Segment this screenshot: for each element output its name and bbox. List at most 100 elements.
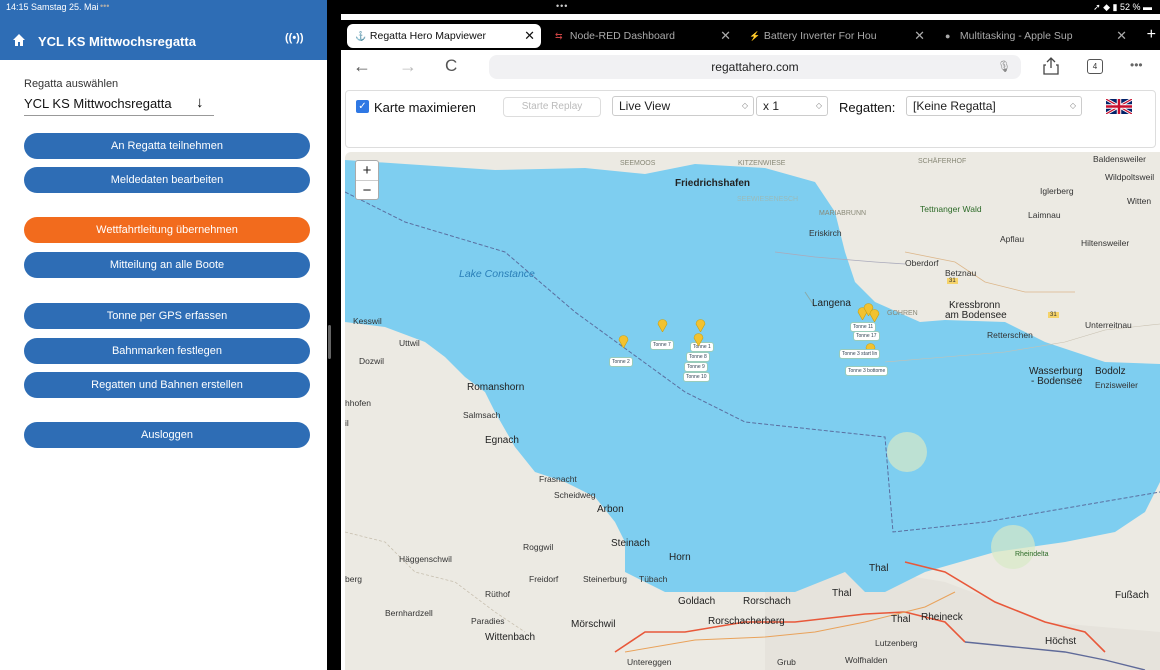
map-label: Grub [777,657,796,667]
close-tab-icon[interactable]: ✕ [1116,24,1127,48]
map-label: Kesswil [353,316,382,326]
map-label: Bernhardzell [385,608,433,618]
map-label: KITZENWIESE [738,160,786,167]
edit-entry-button[interactable]: Meldedaten bearbeiten [24,167,310,193]
forward-icon[interactable]: → [399,56,417,77]
map-label: hhofen [345,398,371,408]
green-area [991,525,1035,569]
map-label: Roggwil [523,542,554,552]
select-arrows-icon: ◇ [1069,101,1076,110]
logout-button[interactable]: Ausloggen [24,422,310,448]
map-label: Apflau [1000,234,1025,244]
map-label: Fußach [1115,590,1149,601]
buoy-marker-icon[interactable] [693,332,704,346]
map-label: Thal [891,614,911,625]
tab-label: Regatta Hero Mapviewer [369,30,487,42]
buoy-label: Tonne 3 bottome [845,366,889,376]
dropdown-arrow-icon[interactable]: ↓ [196,94,204,111]
status-bar: 14:15 Samstag 25. Mai ••• ••• ➚ ◆ ▮ 52 %… [0,0,1160,14]
speed-select[interactable]: x 1 ◇ [756,96,828,116]
tab-regatta-hero[interactable]: ⚓ Regatta Hero Mapviewer ✕ [347,24,541,48]
buoy-marker-icon[interactable] [657,318,668,332]
uk-flag-icon[interactable] [1106,99,1132,114]
buoy-marker-icon[interactable] [618,334,629,348]
gps-buoy-button[interactable]: Tonne per GPS erfassen [24,303,310,329]
share-icon[interactable] [1043,57,1059,75]
map-label: Hiltensweiler [1081,238,1130,248]
map-label: berg [345,574,363,584]
buoy-label: Tonne 8 [686,352,710,362]
microphone-icon[interactable]: 🎙 [997,60,1011,73]
buoy-label: Tonne 9 [684,362,708,372]
buoy-marker-icon[interactable] [695,318,706,332]
map-label: Horn [669,552,691,563]
map-label: Lutzenberg [875,638,918,648]
map-label: Rüthof [485,589,511,599]
live-signal-icon[interactable]: ((•)) [285,32,304,44]
map-toolbar: ✓ Karte maximieren Starte Replay Live Vi… [345,90,1156,148]
course-marks-button[interactable]: Bahnmarken festlegen [24,338,310,364]
regatta-select-dropdown[interactable]: [Keine Regatta] ◇ [906,96,1082,116]
speed-select-value: x 1 [763,99,780,113]
node-red-icon: ⇆ [555,31,563,41]
close-tab-icon[interactable]: ✕ [914,24,925,48]
buoy-label: Tonne 17 [853,331,880,341]
home-icon[interactable] [12,33,26,47]
buoy-label: Tonne 3 start lin [839,349,881,359]
buoy-marker-icon[interactable] [869,308,880,322]
map-label: Rorschacherberg [708,616,785,627]
tab-multitasking[interactable]: ● Multitasking - Apple Sup ✕ [937,24,1133,48]
map-label: Rheindelta [1015,551,1049,558]
split-drag-handle[interactable] [328,325,331,359]
message-all-boats-button[interactable]: Mitteilung an alle Boote [24,252,310,278]
tab-node-red[interactable]: ⇆ Node-RED Dashboard ✕ [547,24,737,48]
maximize-checkbox[interactable]: ✓ [356,100,369,113]
zoom-in-button[interactable]: + [356,161,378,181]
start-replay-button[interactable]: Starte Replay [503,97,601,117]
status-dots: ••• [100,1,110,11]
map-label: Wildpoltsweil [1105,172,1155,182]
map-label: Arbon [597,504,624,515]
tab-battery-inverter[interactable]: ⚡ Battery Inverter For Hou ✕ [741,24,931,48]
view-select[interactable]: Live View ◇ [612,96,754,116]
close-tab-icon[interactable]: ✕ [524,24,535,48]
regatta-select-label: Regatta auswählen [24,78,119,90]
map-label: Betznau [945,268,977,278]
join-regatta-button[interactable]: An Regatta teilnehmen [24,133,310,159]
create-regattas-button[interactable]: Regatten und Bahnen erstellen [24,372,310,398]
zoom-out-button[interactable]: − [356,181,378,201]
tab-label: Battery Inverter For Hou [763,30,877,42]
more-icon[interactable]: ••• [1130,58,1143,72]
buoy-label: Tonne 7 [650,340,674,350]
map-label: Retterschen [987,330,1033,340]
maximize-label: Karte maximieren [374,100,476,115]
new-tab-icon[interactable]: + [1147,26,1156,44]
map-label: Häggenschwil [399,554,452,564]
map-label: - Bodensee [1031,376,1083,387]
zoom-control: + − [355,160,379,200]
map-label: Wittenbach [485,632,536,643]
multitask-dots[interactable]: ••• [556,1,568,11]
select-arrows-icon: ◇ [815,101,822,110]
tab-count-icon[interactable]: 4 [1087,59,1103,74]
buoy-label: Tonne 10 [683,372,710,382]
regatta-select[interactable]: YCL KS Mittwochsregatta [24,96,214,116]
status-right: ➚ ◆ ▮ 52 % ▬ [1093,2,1152,12]
map-label: Scheidweg [554,490,596,500]
green-area [887,432,927,472]
close-tab-icon[interactable]: ✕ [720,24,731,48]
tab-bar: ⚓ Regatta Hero Mapviewer ✕ ⇆ Node-RED Da… [341,20,1160,50]
back-icon[interactable]: ← [353,56,371,77]
map[interactable]: + − Lake Constance Friedrichshafen SEEMO… [345,152,1160,670]
race-office-button[interactable]: Wettfahrtleitung übernehmen [24,217,310,243]
map-label: Eriskirch [809,228,842,238]
map-label: Witten [1127,196,1152,206]
map-label: Steinerburg [583,574,627,584]
map-label: Enzisweiler [1095,380,1138,390]
lake-label: Lake Constance [459,268,535,280]
address-bar[interactable]: regattahero.com [489,55,1021,79]
reload-icon[interactable]: C [445,56,457,76]
map-label: Rheineck [921,612,963,623]
map-label: Romanshorn [467,382,525,393]
map-label: Höchst [1045,636,1077,647]
